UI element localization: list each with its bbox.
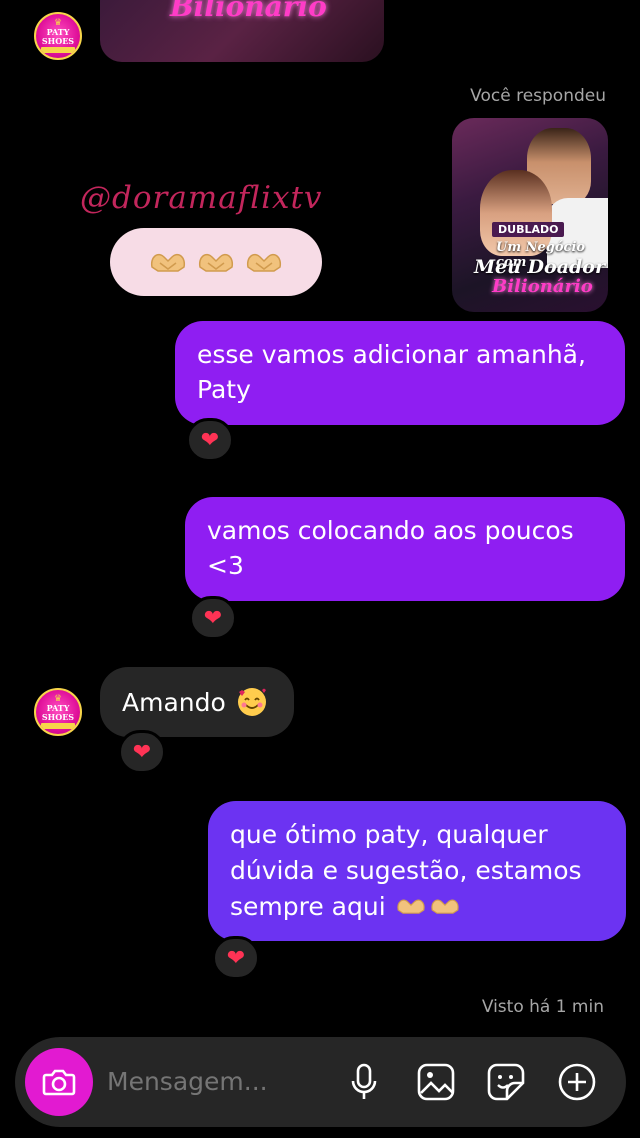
message-composer <box>15 1037 626 1127</box>
poster-title-line2: Meu Doador <box>474 256 605 278</box>
message-text: Amando <box>122 687 226 717</box>
camera-button[interactable] <box>25 1048 93 1116</box>
heart-icon: ❤ <box>200 427 220 453</box>
microphone-icon <box>351 1063 377 1099</box>
sticker-button[interactable] <box>485 1061 527 1103</box>
gallery-icon <box>417 1063 455 1101</box>
sticker-icon <box>487 1063 525 1101</box>
message-text: esse vamos adicionar amanhã, Paty <box>197 340 586 404</box>
heart-icon: ❤ <box>132 739 152 765</box>
heart-icon: ❤ <box>226 945 246 971</box>
heart-icon: ❤ <box>203 605 223 631</box>
heart-reaction[interactable]: ❤ <box>212 936 260 980</box>
plus-icon <box>558 1063 596 1101</box>
outgoing-message[interactable]: esse vamos adicionar amanhã, Paty <box>175 321 625 425</box>
message-text: vamos colocando aos poucos <3 <box>207 516 574 580</box>
replied-media-thumbnail[interactable]: DUBLADO Um Negócio com Meu Doador Bilion… <box>452 118 608 312</box>
seen-status: Visto há 1 min <box>481 997 604 1017</box>
heart-reaction[interactable]: ❤ <box>186 418 234 462</box>
gallery-button[interactable] <box>415 1061 457 1103</box>
camera-icon <box>42 1069 76 1096</box>
outgoing-message[interactable]: vamos colocando aos poucos <3 <box>185 497 625 601</box>
smiling-face-with-hearts-icon <box>237 688 266 716</box>
heart-hands-icon <box>246 253 282 272</box>
heart-hands-icon <box>430 899 459 914</box>
microphone-button[interactable] <box>343 1061 385 1103</box>
poster-badge: DUBLADO <box>492 222 565 237</box>
avatar-band <box>41 47 75 53</box>
avatar-brand-line2: SHOES <box>41 36 75 46</box>
heart-hands-icon <box>396 899 425 914</box>
incoming-message[interactable]: Amando <box>100 667 294 737</box>
replied-heart-hands-bubble <box>110 228 322 296</box>
heart-reaction[interactable]: ❤ <box>189 596 237 640</box>
heart-hands-icon <box>150 253 186 272</box>
heart-reaction[interactable]: ❤ <box>118 730 166 774</box>
contact-avatar[interactable]: ♛ PATY SHOES <box>34 688 82 736</box>
avatar-band <box>41 723 75 729</box>
previous-media-thumbnail[interactable]: Bilionário <box>100 0 384 62</box>
avatar-brand-line2: SHOES <box>41 712 75 722</box>
poster-title-line3: Bilionário <box>492 276 593 297</box>
heart-hands-icon <box>198 253 234 272</box>
watermark: @doramaflixtv <box>80 180 323 216</box>
previous-media-title: Bilionário <box>170 0 327 23</box>
contact-avatar[interactable]: ♛ PATY SHOES <box>34 12 82 60</box>
outgoing-message[interactable]: que ótimo paty, qualquer dúvida e sugest… <box>208 801 626 941</box>
more-button[interactable] <box>556 1061 598 1103</box>
you-replied-label: Você respondeu <box>470 86 606 106</box>
message-input[interactable] <box>107 1059 337 1103</box>
